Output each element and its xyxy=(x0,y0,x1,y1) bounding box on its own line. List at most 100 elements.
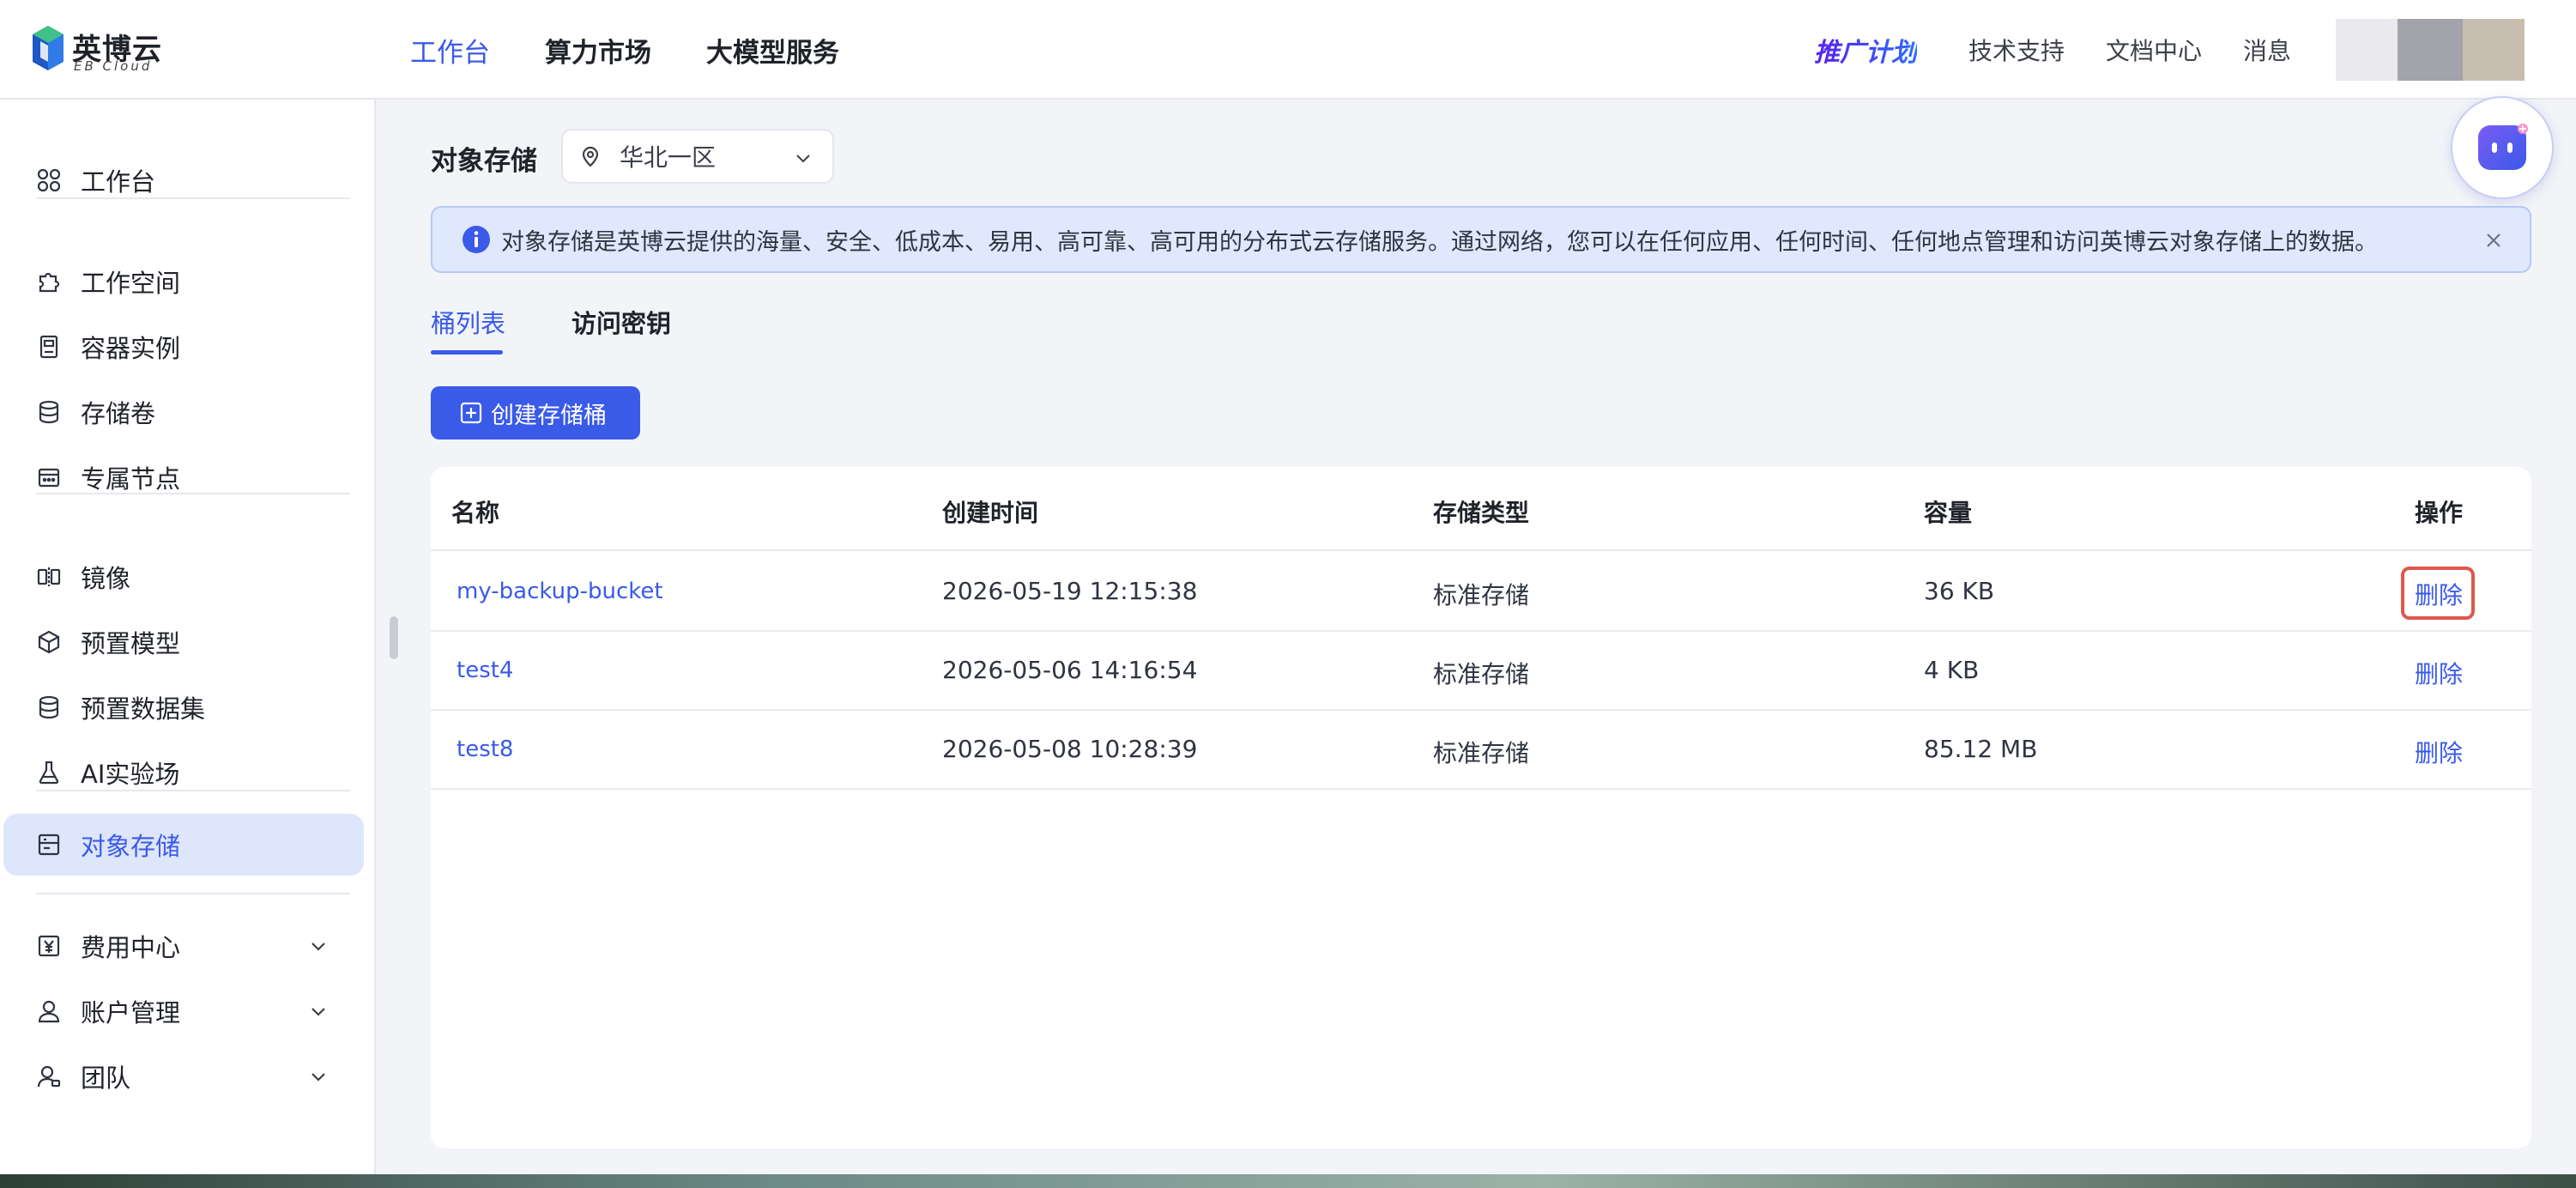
yen-icon xyxy=(36,933,62,959)
chevron-down-icon xyxy=(796,155,810,163)
database-icon xyxy=(36,399,62,425)
create-bucket-label: 创建存储桶 xyxy=(491,402,607,429)
sidebar-item-ai-lab[interactable]: AI实验场 xyxy=(0,742,364,803)
column-header-created: 创建时间 xyxy=(942,499,1039,527)
top-nav: 工作台 算力市场 大模型服务 xyxy=(410,0,894,100)
sidebar-item-label: 容器实例 xyxy=(81,334,181,363)
sidebar-item-workspace[interactable]: 工作空间 xyxy=(0,251,364,312)
sidebar-divider xyxy=(36,197,350,199)
column-header-action: 操作 xyxy=(2415,499,2464,527)
created-time: 2026-05-06 14:16:54 xyxy=(942,656,1198,684)
logo[interactable]: 英博云 EB Cloud xyxy=(31,24,168,74)
location-pin-icon xyxy=(582,146,599,167)
sidebar-divider xyxy=(36,893,350,894)
storage-type: 标准存储 xyxy=(1433,581,1530,609)
storage-type: 标准存储 xyxy=(1433,739,1530,767)
avatar-tile xyxy=(2398,19,2463,81)
sidebar-item-preset-models[interactable]: 预置模型 xyxy=(0,611,364,673)
info-icon xyxy=(463,226,490,253)
promo-link[interactable]: 推广计划 xyxy=(1814,31,1917,69)
sidebar-item-billing[interactable]: 费用中心 xyxy=(0,915,364,977)
sidebar-item-workbench[interactable]: 工作台 xyxy=(0,149,364,211)
sidebar-divider xyxy=(36,790,350,791)
sidebar-item-label: 工作空间 xyxy=(81,269,181,298)
sidebar-item-object-storage[interactable]: 对象存储 xyxy=(3,814,364,876)
storage-type: 标准存储 xyxy=(1433,660,1530,688)
sidebar-item-label: 账户管理 xyxy=(81,998,181,1027)
cube-icon xyxy=(36,629,62,655)
bucket-name-link[interactable]: my-backup-bucket xyxy=(457,579,663,604)
user-icon xyxy=(36,998,62,1024)
create-bucket-button[interactable]: 创建存储桶 xyxy=(431,386,640,439)
avatar-tile xyxy=(2463,19,2525,81)
container-icon xyxy=(36,334,62,360)
tab-access-keys[interactable]: 访问密钥 xyxy=(571,304,671,340)
sidebar-item-preset-datasets[interactable]: 预置数据集 xyxy=(0,676,364,738)
team-icon xyxy=(36,1064,62,1089)
capacity: 4 KB xyxy=(1924,656,1980,684)
storage-icon xyxy=(36,832,62,858)
tech-support-link[interactable]: 技术支持 xyxy=(1968,33,2065,67)
sidebar-item-label: AI实验场 xyxy=(81,760,180,789)
sidebar-item-label: 预置数据集 xyxy=(81,694,206,724)
info-notice: 对象存储是英博云提供的海量、安全、低成本、易用、高可靠、高可用的分布式云存储服务… xyxy=(431,206,2531,273)
chevron-down-icon[interactable] xyxy=(307,1065,330,1088)
top-right-links: 推广计划 技术支持 文档中心 消息 xyxy=(1814,0,2576,100)
logo-icon xyxy=(33,26,63,70)
flask-icon xyxy=(36,760,62,785)
top-header: 英博云 EB Cloud 工作台 算力市场 大模型服务 推广计划 技术支持 文档… xyxy=(0,0,2576,100)
sidebar-item-label: 对象存储 xyxy=(81,832,181,861)
delete-button[interactable]: 删除 xyxy=(2415,577,2463,611)
table-row: my-backup-bucket 2026-05-19 12:15:38 标准存… xyxy=(431,553,2531,632)
notice-text: 对象存储是英博云提供的海量、安全、低成本、易用、高可靠、高可用的分布式云存储服务… xyxy=(501,228,2378,256)
sidebar: 工作台 工作空间 容器实例 存储卷 专属节点 镜像 预置模型 预置数据集 AI实… xyxy=(0,100,376,1174)
region-select[interactable]: 华北一区 xyxy=(561,129,834,184)
delete-button[interactable]: 删除 xyxy=(2415,735,2463,769)
sidebar-item-storage-volume[interactable]: 存储卷 xyxy=(0,381,364,443)
close-icon[interactable] xyxy=(2483,230,2504,251)
sidebar-item-container-instances[interactable]: 容器实例 xyxy=(0,316,364,378)
grid-icon xyxy=(36,167,62,193)
ai-assistant-button[interactable] xyxy=(2451,96,2554,199)
bucket-name-link[interactable]: test8 xyxy=(457,736,513,762)
capacity: 85.12 MB xyxy=(1924,735,2038,763)
bucket-name-link[interactable]: test4 xyxy=(457,658,513,683)
top-nav-llm-service[interactable]: 大模型服务 xyxy=(706,31,839,70)
top-nav-workbench[interactable]: 工作台 xyxy=(410,31,490,70)
avatar-tile xyxy=(2336,19,2398,81)
sidebar-item-team[interactable]: 团队 xyxy=(0,1046,364,1107)
capacity: 36 KB xyxy=(1924,577,1995,605)
calendar-icon xyxy=(36,464,62,490)
table-header: 名称 创建时间 存储类型 容量 操作 xyxy=(431,467,2531,551)
sidebar-item-images[interactable]: 镜像 xyxy=(0,546,364,608)
column-header-size: 容量 xyxy=(1924,499,1973,527)
chevron-down-icon[interactable] xyxy=(307,935,330,957)
bucket-table: 名称 创建时间 存储类型 容量 操作 my-backup-bucket 2026… xyxy=(431,467,2531,1149)
sidebar-item-label: 团队 xyxy=(81,1064,131,1093)
table-row: test8 2026-05-08 10:28:39 标准存储 85.12 MB … xyxy=(431,711,2531,790)
top-nav-compute-market[interactable]: 算力市场 xyxy=(545,31,651,70)
delete-button[interactable]: 删除 xyxy=(2415,656,2463,690)
avatar[interactable] xyxy=(2336,19,2545,81)
region-select-value: 华北一区 xyxy=(620,143,717,172)
brand-subtitle: EB Cloud xyxy=(74,58,153,74)
page-title: 对象存储 xyxy=(431,146,537,177)
created-time: 2026-05-08 10:28:39 xyxy=(942,735,1198,763)
docs-link[interactable]: 文档中心 xyxy=(2106,33,2202,67)
sidebar-item-account[interactable]: 账户管理 xyxy=(0,980,364,1042)
column-header-type: 存储类型 xyxy=(1433,499,1530,527)
sidebar-item-label: 专属节点 xyxy=(81,464,181,494)
table-row: test4 2026-05-06 14:16:54 标准存储 4 KB 删除 xyxy=(431,632,2531,711)
sidebar-resize-handle[interactable] xyxy=(390,616,398,659)
sidebar-item-label: 工作台 xyxy=(81,167,156,197)
tab-bucket-list[interactable]: 桶列表 xyxy=(431,304,505,340)
chevron-down-icon[interactable] xyxy=(307,1000,330,1022)
database-icon xyxy=(36,694,62,720)
plus-square-icon xyxy=(460,402,482,424)
sidebar-divider xyxy=(36,493,350,494)
tab-active-indicator xyxy=(431,350,503,355)
sidebar-item-label: 镜像 xyxy=(81,564,131,593)
sidebar-item-dedicated-nodes[interactable]: 专属节点 xyxy=(0,446,364,508)
messages-link[interactable]: 消息 xyxy=(2243,33,2291,67)
sidebar-item-label: 存储卷 xyxy=(81,399,156,428)
